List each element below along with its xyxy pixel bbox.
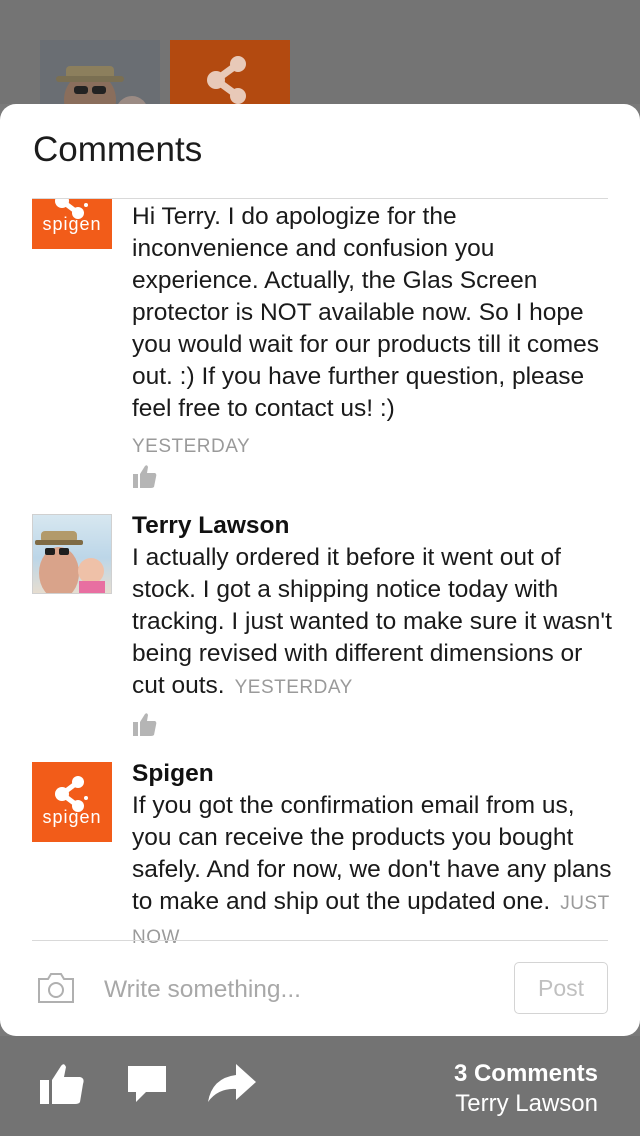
comment-timestamp: YESTERDAY bbox=[132, 436, 251, 457]
thumbs-up-icon[interactable] bbox=[38, 1062, 86, 1106]
like-icon[interactable] bbox=[132, 463, 158, 489]
commenter-names: Terry Lawson bbox=[455, 1090, 598, 1117]
comments-sheet: Comments spigen Hi Terry. I do apologize… bbox=[0, 104, 640, 1036]
comment-author[interactable]: Spigen bbox=[132, 760, 214, 787]
comment-body: Hi Terry. I do apologize for the inconve… bbox=[132, 201, 612, 463]
share-arrow-icon[interactable] bbox=[206, 1062, 258, 1104]
comment-bubble-icon[interactable] bbox=[126, 1062, 168, 1104]
action-bar: 3 Comments Terry Lawson bbox=[0, 1036, 640, 1136]
camera-icon[interactable] bbox=[36, 972, 76, 1004]
comment-text: I actually ordered it before it went out… bbox=[132, 544, 612, 699]
spigen-avatar[interactable]: spigen bbox=[32, 762, 112, 842]
divider bbox=[32, 940, 608, 941]
spigen-wordmark: spigen bbox=[42, 807, 102, 827]
comment-text: If you got the confirmation email from u… bbox=[132, 792, 612, 915]
like-icon[interactable] bbox=[132, 711, 158, 737]
comment-count: 3 Comments bbox=[453, 1060, 598, 1087]
comment-timestamp: YESTERDAY bbox=[234, 677, 353, 698]
share-node-icon bbox=[207, 56, 246, 104]
comment-input[interactable] bbox=[104, 970, 484, 1010]
comments-list[interactable]: spigen Hi Terry. I do apologize for the … bbox=[0, 199, 640, 943]
comment-text: Hi Terry. I do apologize for the inconve… bbox=[132, 203, 600, 422]
spigen-avatar[interactable]: spigen bbox=[32, 199, 112, 249]
comment-body: Terry Lawson I actually ordered it befor… bbox=[132, 510, 612, 704]
sheet-title: Comments bbox=[33, 130, 203, 169]
profile-photo bbox=[35, 531, 105, 593]
comments-summary[interactable]: 3 Comments Terry Lawson bbox=[454, 1060, 598, 1118]
comment-author[interactable]: Terry Lawson bbox=[132, 512, 289, 539]
post-button[interactable]: Post bbox=[514, 962, 608, 1014]
comment-composer: Post bbox=[0, 942, 640, 1036]
terry-lawson-avatar[interactable] bbox=[32, 514, 112, 594]
spigen-wordmark: spigen bbox=[42, 214, 102, 234]
comment-body: Spigen If you got the confirmation email… bbox=[132, 758, 612, 943]
